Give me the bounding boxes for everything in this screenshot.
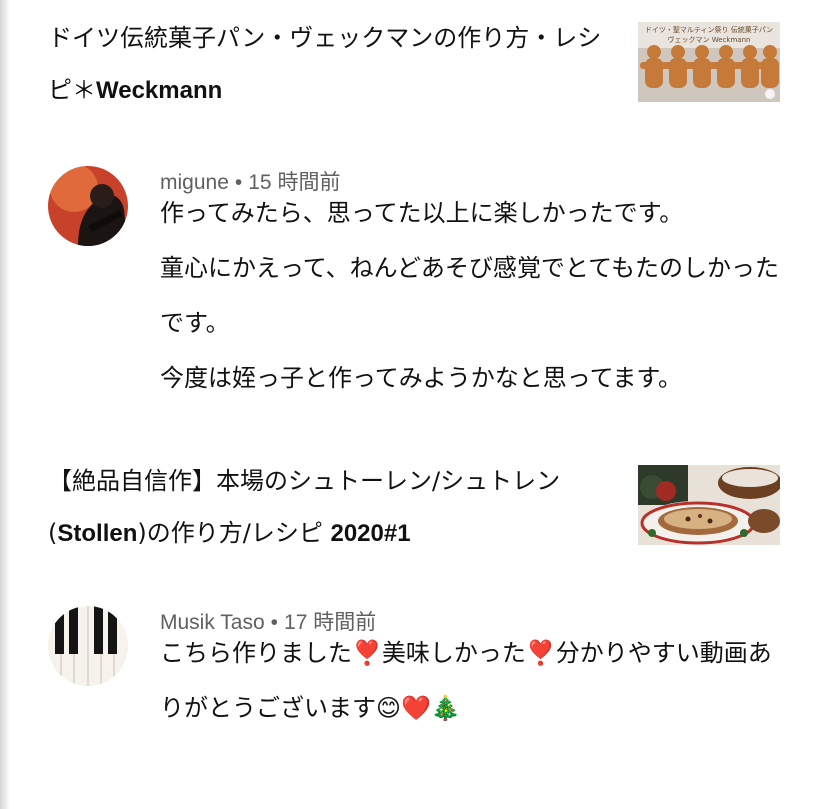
comment-text: こちら作りました❣️美味しかった❣️分かりやすい動画ありがとうございます😊❤️🎄 (160, 639, 772, 722)
svg-text:ヴェックマン Weckmann: ヴェックマン Weckmann (668, 35, 751, 44)
left-edge-shadow (0, 0, 10, 809)
video-title[interactable]: ドイツ伝統菓子パン・ヴェックマンの作り方・レシピ＊Weckmann (48, 12, 608, 117)
avatar[interactable] (48, 606, 128, 686)
video-title[interactable]: 【絶品自信作】本場のシュトーレン/シュトレン(Stollen)の作り方/レシピ … (48, 455, 608, 560)
red-heart-icon: ❤️ (401, 694, 431, 722)
video-thumbnail-weckmann[interactable]: ドイツ・聖マルティン祭り 伝統菓子パン ヴェックマン Weckmann (638, 22, 780, 102)
heavy-heart-exclamation-icon: ❣️ (525, 639, 556, 667)
christmas-tree-icon: 🎄 (430, 694, 461, 722)
video-link-stollen[interactable]: 【絶品自信作】本場のシュトーレン/シュトレン(Stollen)の作り方/レシピ … (48, 455, 780, 555)
video-link-weckmann[interactable]: ドイツ伝統菓子パン・ヴェックマンの作り方・レシピ＊Weckmann ドイツ・聖マ… (48, 12, 780, 112)
comment-migune: migune • 15 時間前 作ってみたら、思ってた以上に楽しかったです。 童心に… (48, 166, 788, 416)
weckmann-bread-image: ドイツ・聖マルティン祭り 伝統菓子パン ヴェックマン Weckmann (638, 22, 780, 102)
smiling-face-icon: 😊 (376, 694, 402, 722)
piano-keys-avatar-image (48, 606, 128, 686)
avatar[interactable] (48, 166, 128, 246)
comment-musik-taso: Musik Taso • 17 時間前 こちら作りました❣️美味しかった❣️分かりや… (48, 606, 788, 756)
video-thumbnail-stollen[interactable] (638, 465, 780, 545)
svg-text:ドイツ・聖マルティン祭り 伝統菓子パン: ドイツ・聖マルティン祭り 伝統菓子パン (645, 25, 773, 34)
comment-text: 作ってみたら、思ってた以上に楽しかったです。 童心にかえって、ねんどあそび感覚で… (160, 199, 779, 392)
stollen-cake-image (638, 465, 780, 545)
heavy-heart-exclamation-icon: ❣️ (352, 639, 382, 667)
avatar-image (48, 166, 128, 246)
